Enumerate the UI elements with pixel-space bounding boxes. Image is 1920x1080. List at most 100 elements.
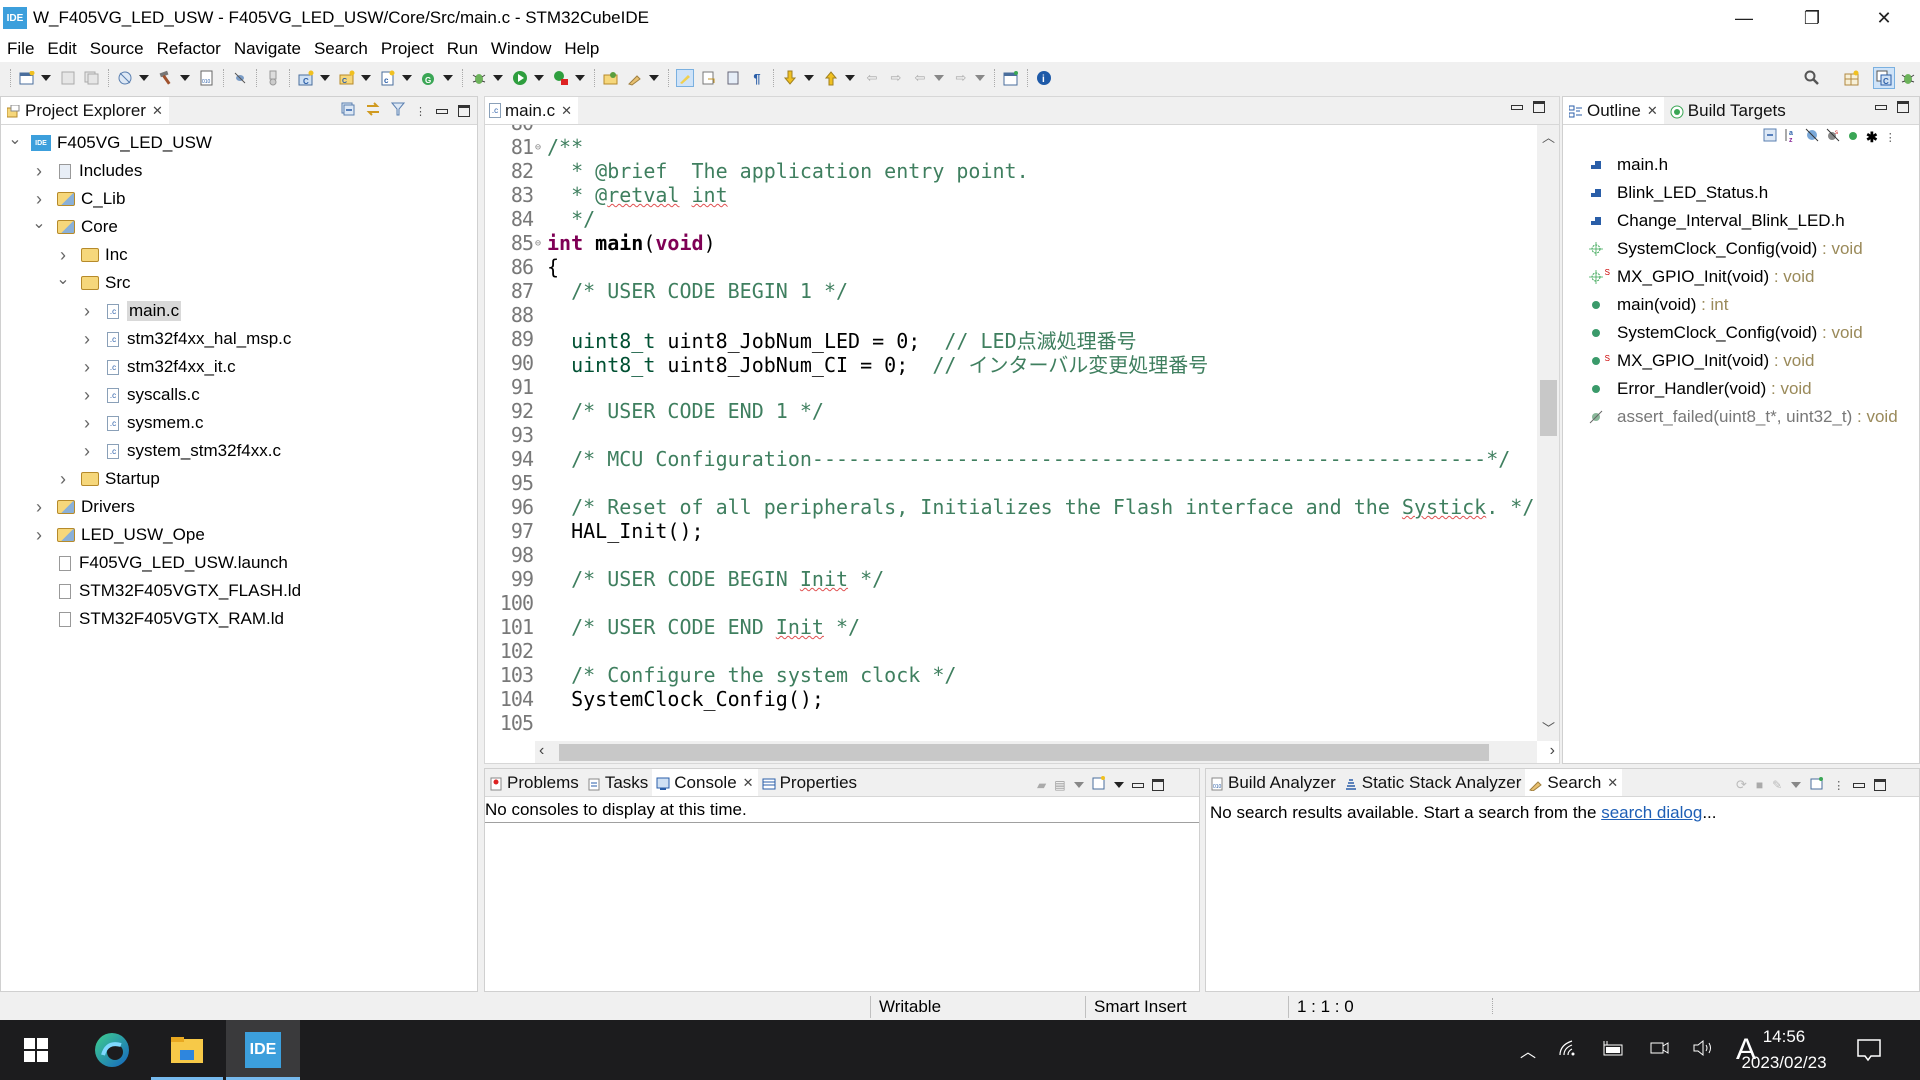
close-tab-icon[interactable]: ✕ <box>743 775 754 791</box>
search-icon[interactable] <box>1803 69 1821 87</box>
new-dropdown[interactable] <box>41 75 51 81</box>
mark-occurrences-icon[interactable] <box>676 69 694 87</box>
build-hammer-icon[interactable] <box>157 69 175 87</box>
outline-item[interactable]: SystemClock_Config(void) : void <box>1587 235 1863 263</box>
close-button[interactable]: ✕ <box>1850 0 1918 36</box>
new-c-project-dropdown[interactable] <box>320 75 330 81</box>
toggle-highlight-icon[interactable] <box>700 69 718 87</box>
chevron-right-icon[interactable]: › <box>33 525 45 546</box>
minimize-panel-button[interactable] <box>1511 104 1523 110</box>
next-edit-icon[interactable]: ⇨ <box>887 69 905 87</box>
chevron-right-icon[interactable]: › <box>81 357 93 378</box>
forward-icon[interactable]: ⇨ <box>952 69 970 87</box>
clock[interactable]: 14:56 2023/02/23 <box>1734 1020 1834 1080</box>
fold-toggle-icon[interactable]: ⊖ <box>535 238 545 249</box>
tab-console[interactable]: Console ✕ <box>652 769 758 796</box>
volume-icon[interactable] <box>1692 1039 1714 1062</box>
menu-project[interactable]: Project <box>381 39 434 59</box>
scroll-left-icon[interactable]: ‹ <box>539 742 544 760</box>
tree-item[interactable]: › .c stm32f4xx_it.c <box>81 353 236 381</box>
binary-icon[interactable]: 010 <box>198 69 216 87</box>
code-editor[interactable]: 80 81⊖/**82 * @brief The application ent… <box>485 125 1537 741</box>
build-config-dropdown[interactable] <box>139 75 149 81</box>
back-dropdown[interactable] <box>934 75 944 81</box>
minimize-panel-button[interactable] <box>1853 782 1866 788</box>
search-dropdown[interactable] <box>649 75 659 81</box>
new-c-file-dropdown[interactable] <box>402 75 412 81</box>
chevron-down-icon[interactable]: ⌄ <box>8 129 21 149</box>
menu-navigate[interactable]: Navigate <box>234 39 301 59</box>
vertical-scrollbar[interactable]: ︿ ﹀ <box>1537 125 1559 741</box>
device-config-icon[interactable] <box>264 69 282 87</box>
last-edit-icon[interactable]: ⇦ <box>863 69 881 87</box>
hide-non-public-icon[interactable] <box>1847 127 1859 147</box>
refresh-search-icon[interactable]: ⟳ <box>1736 777 1747 793</box>
filter-icon[interactable] <box>390 101 406 121</box>
menu-help[interactable]: Help <box>564 39 599 59</box>
view-menu-icon[interactable]: ⋮ <box>1833 779 1844 792</box>
tree-item[interactable]: STM32F405VGTX_RAM.ld <box>33 605 284 633</box>
hide-macros-icon[interactable]: ✱ <box>1866 129 1878 146</box>
outline-item[interactable]: assert_failed(uint8_t*, uint32_t) : void <box>1587 403 1898 431</box>
info-icon[interactable]: i <box>1035 69 1053 87</box>
close-tab-icon[interactable]: ✕ <box>1607 775 1618 791</box>
outline-item[interactable]: main(void) : int <box>1587 291 1728 319</box>
tree-item[interactable]: › .c main.c <box>81 297 182 325</box>
horizontal-scrollbar[interactable]: ‹ › <box>535 741 1555 763</box>
tree-item[interactable]: › .c stm32f4xx_hal_msp.c <box>81 325 291 353</box>
battery-icon[interactable] <box>1600 1039 1626 1062</box>
open-perspective-icon[interactable] <box>602 69 620 87</box>
pin-search-icon[interactable] <box>1810 775 1824 795</box>
outline-item[interactable]: Change_Interval_Blink_LED.h <box>1587 207 1845 235</box>
view-menu-icon[interactable]: ⋮ <box>415 105 426 118</box>
chevron-right-icon[interactable]: › <box>33 189 45 210</box>
pin-console-icon[interactable]: ▰ <box>1037 778 1046 792</box>
hide-static-icon[interactable]: s <box>1826 127 1840 147</box>
new-class-dropdown[interactable] <box>443 75 453 81</box>
run-icon[interactable] <box>511 69 529 87</box>
tree-item[interactable]: ⌄ IDE F405VG_LED_USW <box>8 129 212 157</box>
menu-edit[interactable]: Edit <box>47 39 76 59</box>
chevron-right-icon[interactable]: › <box>33 497 45 518</box>
tree-item[interactable]: ⌄ Src <box>56 269 130 297</box>
debug-dropdown[interactable] <box>493 75 503 81</box>
maximize-panel-button[interactable] <box>458 105 470 117</box>
menu-run[interactable]: Run <box>447 39 478 59</box>
tab-build-targets[interactable]: Build Targets <box>1664 97 1792 124</box>
block-selection-icon[interactable] <box>724 69 742 87</box>
tree-item[interactable]: STM32F405VGTX_FLASH.ld <box>33 577 301 605</box>
display-console-icon[interactable]: ▤ <box>1054 778 1065 792</box>
tree-item[interactable]: ⌄ Core <box>32 213 118 241</box>
show-whitespace-icon[interactable]: ¶ <box>748 69 766 87</box>
notification-center-button[interactable] <box>1856 1020 1882 1080</box>
outline-item[interactable]: Error_Handler(void) : void <box>1587 375 1812 403</box>
tree-item[interactable]: › .c system_stm32f4xx.c <box>81 437 281 465</box>
tree-item[interactable]: › Includes <box>33 157 142 185</box>
tab-properties[interactable]: Properties <box>758 769 861 796</box>
maximize-panel-button[interactable] <box>1897 101 1909 113</box>
taskbar-stm32cubeide[interactable]: IDE <box>226 1020 300 1080</box>
show-previous-searches-icon[interactable]: ✎ <box>1772 778 1782 792</box>
maximize-panel-button[interactable] <box>1533 101 1545 113</box>
chevron-right-icon[interactable]: › <box>81 329 93 350</box>
taskbar-edge[interactable] <box>76 1020 148 1080</box>
show-hidden-icons-chevron[interactable]: ︿ <box>1520 1038 1536 1062</box>
display-console-dropdown[interactable] <box>1073 782 1084 788</box>
close-tab-icon[interactable]: ✕ <box>1647 103 1658 119</box>
tab-tasks[interactable]: Tasks <box>583 769 652 796</box>
menu-refactor[interactable]: Refactor <box>157 39 221 59</box>
tree-item[interactable]: › C_Lib <box>33 185 125 213</box>
outline-item[interactable]: main.h <box>1587 151 1668 179</box>
minimize-button[interactable]: — <box>1710 0 1778 36</box>
minimize-panel-button[interactable] <box>436 108 448 114</box>
chevron-right-icon[interactable]: › <box>81 301 93 322</box>
chevron-down-icon[interactable]: ⌄ <box>56 269 69 289</box>
open-console-dropdown[interactable] <box>1113 782 1124 788</box>
fold-toggle-icon[interactable]: ⊖ <box>535 142 545 153</box>
debug-perspective-icon[interactable] <box>1899 69 1917 87</box>
menu-file[interactable]: File <box>7 39 34 59</box>
maximize-panel-button[interactable] <box>1151 779 1164 791</box>
search-dialog-link[interactable]: search dialog <box>1601 803 1702 822</box>
tree-item[interactable]: › Inc <box>57 241 128 269</box>
tab-build-analyzer[interactable]: 010 Build Analyzer <box>1206 769 1340 796</box>
